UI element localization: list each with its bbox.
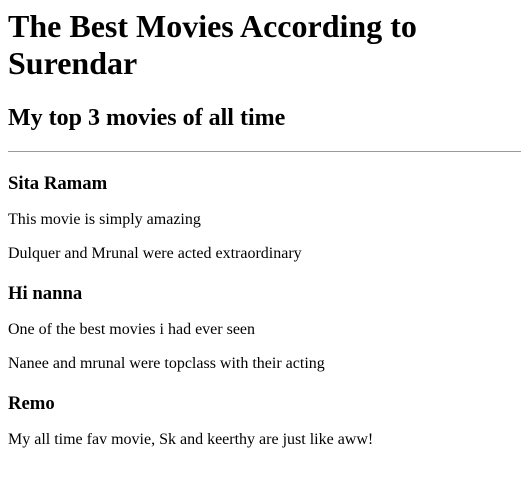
movie-comment: Nanee and mrunal were topclass with thei… [8,355,325,372]
movie-comment: One of the best movies i had ever seen [8,321,256,338]
page-title: The Best Movies According to Surendar [8,8,417,81]
movie-comment: Dulquer and Mrunal were acted extraordin… [8,245,302,262]
movie-comment: This movie is simply amazing [8,211,201,228]
divider [8,151,521,152]
movie-title: Remo [8,393,55,414]
movie-title: Hi nanna [8,283,83,304]
page-subtitle: My top 3 movies of all time [8,105,286,131]
movie-comment: My all time fav movie, Sk and keerthy ar… [8,431,374,448]
movie-title: Sita Ramam [8,173,108,194]
movie-entry-hi-nanna: Hi nanna One of the best movies i had ev… [8,283,521,373]
movie-entry-remo: Remo My all time fav movie, Sk and keert… [8,393,521,449]
page-content: The Best Movies According to Surendar My… [0,8,529,449]
movie-entry-sita-ramam: Sita Ramam This movie is simply amazing … [8,173,521,263]
